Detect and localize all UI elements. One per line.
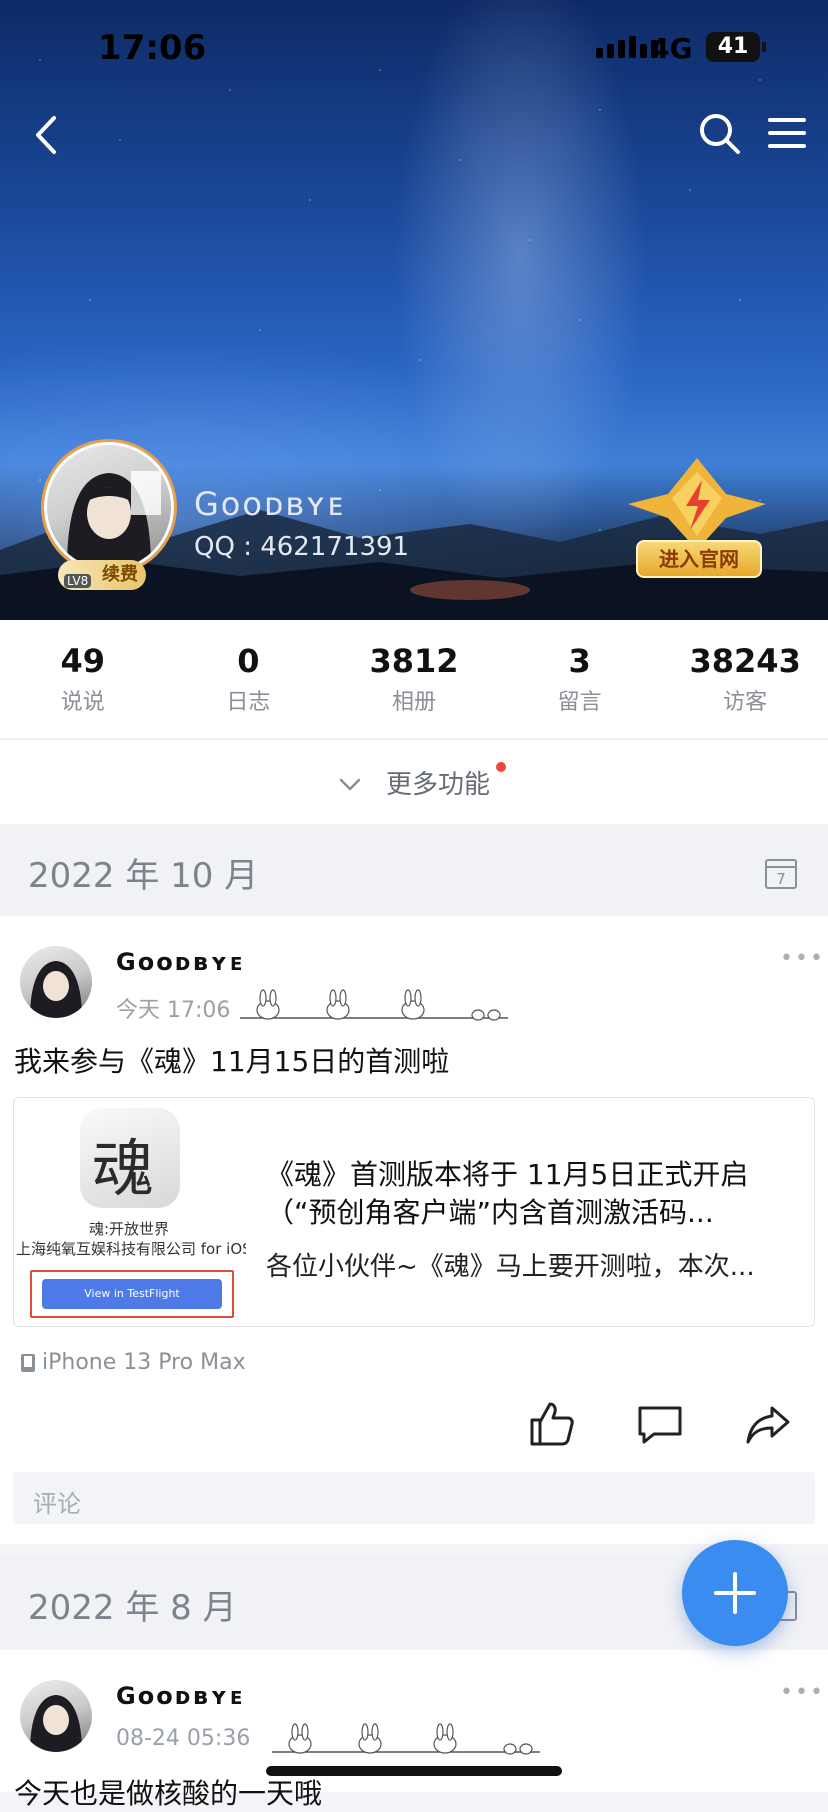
post-device: iPhone 13 Pro Max (20, 1350, 246, 1375)
stat-value: 49 (60, 642, 106, 680)
post-text: 今天也是做核酸的一天哦 (14, 1777, 323, 1810)
signal-icon (596, 36, 658, 58)
comment-icon[interactable] (636, 1400, 684, 1448)
month-label: 2022 年 10 月 (28, 856, 259, 896)
app-developer: 上海纯氧互娱科技有限公司 for iOS (16, 1240, 246, 1258)
phone-icon (21, 1353, 35, 1372)
profile-stats: 49 说说 0 日志 3812 相册 3 留言 38243 访客 (0, 620, 828, 738)
card-title: 《魂》首测版本将于 11月5日正式开启（“预创角客户端”内含首测激活码... (266, 1158, 749, 1229)
stat-messages[interactable]: 3 留言 (510, 642, 650, 716)
month-label: 2022 年 8 月 (28, 1588, 237, 1628)
calendar-icon[interactable]: 7 (764, 856, 798, 890)
post-author[interactable]: Gᴏᴏᴅʙʏᴇ (116, 1682, 245, 1710)
comment-input[interactable]: 评论 (13, 1472, 815, 1524)
stat-value: 3812 (369, 642, 459, 680)
network-type: 4G (650, 32, 693, 65)
like-icon[interactable] (528, 1400, 576, 1448)
month-header: 2022 年 10 月 7 (0, 824, 828, 916)
stat-visitors[interactable]: 38243 访客 (675, 642, 815, 716)
stat-label: 留言 (557, 690, 602, 715)
compose-button[interactable] (682, 1540, 788, 1646)
menu-icon[interactable] (764, 110, 810, 156)
more-options-icon[interactable]: ••• (780, 1680, 825, 1705)
anime-avatar-image (67, 471, 161, 569)
more-functions-label: 更多功能 (386, 770, 491, 800)
battery-icon: 41 (706, 32, 766, 62)
post-avatar[interactable] (20, 1680, 92, 1752)
calendar-day: 7 (776, 870, 786, 888)
search-icon[interactable] (696, 110, 742, 156)
chevron-down-icon (339, 778, 361, 791)
shared-link-card[interactable]: 魂 魂:开放世界 上海纯氧互娱科技有限公司 for iOS View in Te… (13, 1097, 815, 1327)
more-options-icon[interactable]: ••• (780, 946, 825, 971)
bunny-decoration (272, 1723, 540, 1755)
post-avatar[interactable] (20, 946, 92, 1018)
stat-label: 相册 (391, 690, 436, 715)
status-time: 17:06 (98, 28, 207, 68)
device-name: iPhone 13 Pro Max (42, 1350, 246, 1375)
post-time: 08-24 05:36 (116, 1726, 251, 1751)
profile-qq-number: QQ : 462171391 (194, 532, 410, 562)
stat-value: 0 (237, 642, 260, 680)
profile-name: Gᴏᴏᴅʙʏᴇ (194, 485, 346, 523)
stat-label: 日志 (226, 690, 271, 715)
stat-value: 3 (568, 642, 591, 680)
stat-label: 说说 (60, 690, 105, 715)
profile-cover: 17:06 4G 41 续费 LV8 Gᴏᴏᴅʙʏᴇ QQ : 46217139… (0, 0, 828, 620)
card-description: 各位小伙伴~《魂》马上要开测啦，本次... (266, 1252, 755, 1282)
more-functions-button[interactable]: 更多功能 (0, 739, 828, 824)
view-in-testflight-button: View in TestFlight (42, 1279, 222, 1309)
stat-label: 访客 (723, 690, 768, 715)
testflight-highlight: View in TestFlight (30, 1270, 234, 1318)
avatar (44, 442, 174, 572)
stat-blog[interactable]: 0 日志 (178, 642, 318, 716)
app-icon-glyph: 魂 (92, 1132, 155, 1205)
post-time: 今天 17:06 (116, 998, 231, 1023)
stat-shuoshuo[interactable]: 49 说说 (13, 642, 153, 716)
back-icon[interactable] (26, 110, 66, 160)
stat-album[interactable]: 3812 相册 (344, 642, 484, 716)
plus-icon (714, 1572, 756, 1614)
status-bar: 17:06 4G 41 (0, 0, 828, 96)
share-icon[interactable] (744, 1400, 792, 1448)
official-site-badge[interactable]: 进入官网 (628, 458, 766, 582)
post-text: 我来参与《魂》11月15日的首测啦 (14, 1045, 450, 1078)
app-name: 魂:开放世界 (88, 1220, 170, 1238)
stat-value: 38243 (689, 642, 801, 680)
app-icon: 魂 (80, 1108, 180, 1208)
official-site-label: 进入官网 (636, 540, 762, 578)
comment-placeholder: 评论 (33, 1490, 81, 1518)
profile-avatar[interactable]: 续费 LV8 (44, 442, 174, 592)
level-badge: LV8 (64, 574, 92, 588)
home-indicator (266, 1766, 562, 1776)
notification-dot (496, 762, 506, 772)
bunny-decoration (240, 989, 508, 1021)
post-author[interactable]: Gᴏᴏᴅʙʏᴇ (116, 948, 245, 976)
